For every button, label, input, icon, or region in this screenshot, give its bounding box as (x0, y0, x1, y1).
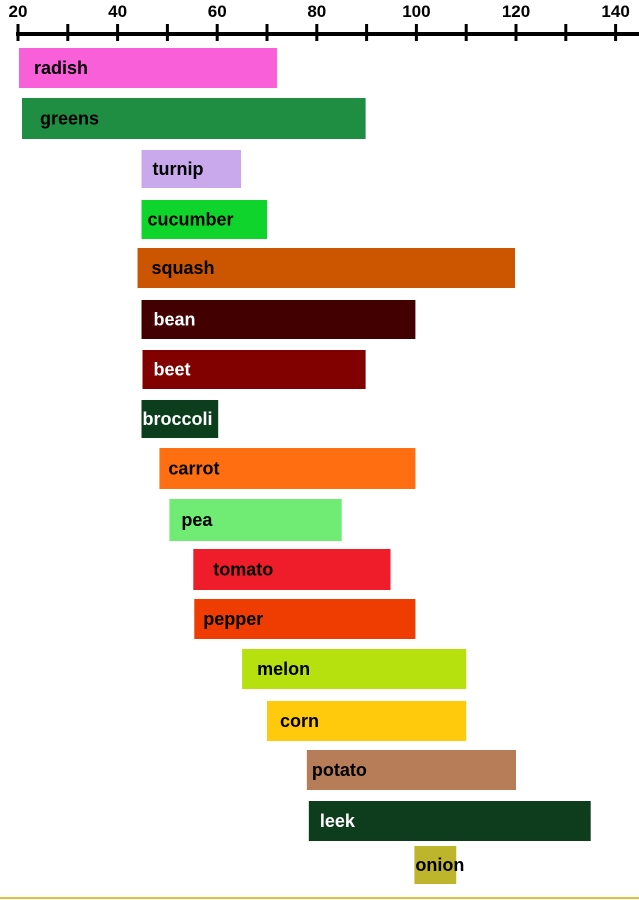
bar-cucumber: cucumber (141, 200, 267, 239)
x-tick-label: 60 (208, 2, 227, 21)
bar-greens: greens (21, 98, 366, 139)
bar-potato: potato (306, 750, 516, 790)
bar-label: tomato (213, 560, 273, 580)
x-tick-label: 20 (9, 2, 28, 21)
bar-label: pea (181, 510, 213, 530)
x-tick-label: 100 (402, 2, 430, 21)
bar-label: onion (415, 855, 464, 875)
bar-label: turnip (153, 159, 204, 179)
bar-label: beet (154, 360, 191, 380)
bar-bean: bean (141, 300, 416, 339)
bar-label: melon (257, 659, 310, 679)
x-tick-label: 120 (502, 2, 530, 21)
bar-squash: squash (137, 248, 516, 288)
bar-carrot: carrot (159, 448, 416, 489)
bar-pea: pea (169, 499, 342, 541)
x-tick-label: 40 (108, 2, 127, 21)
bar-label: corn (280, 711, 319, 731)
bar-pepper: pepper (194, 599, 416, 639)
bars: radish greens turnip cucumber squash bean beet… (18, 48, 591, 884)
bar-label: carrot (168, 459, 219, 479)
bar-turnip: turnip (141, 150, 242, 188)
bar-label: greens (40, 109, 99, 129)
bar-label: pepper (203, 609, 263, 629)
bottom-rule (0, 897, 639, 899)
bar-radish: radish (18, 48, 277, 88)
x-tick-label: 140 (601, 2, 629, 21)
bar-corn: corn (267, 701, 467, 741)
bar-beet: beet (142, 350, 366, 389)
bar-melon: melon (242, 649, 467, 689)
bar-label: bean (154, 310, 196, 330)
bar-label: radish (34, 58, 88, 78)
bar-label: leek (320, 811, 356, 831)
bar-label: potato (312, 760, 367, 780)
x-axis: 20 40 60 80 100 120 140 (9, 2, 639, 41)
bar-leek: leek (308, 801, 591, 841)
bar-label: squash (152, 258, 215, 278)
bar-broccoli: broccoli (141, 400, 219, 438)
range-bar-chart: 20 40 60 80 100 120 140 radish greens turnip cucu… (9, 2, 639, 884)
bar-label: cucumber (148, 210, 234, 230)
bar-onion: onion (414, 846, 464, 884)
bar-tomato: tomato (193, 549, 391, 590)
x-tick-label: 80 (307, 2, 326, 21)
bar-label: broccoli (143, 409, 213, 429)
